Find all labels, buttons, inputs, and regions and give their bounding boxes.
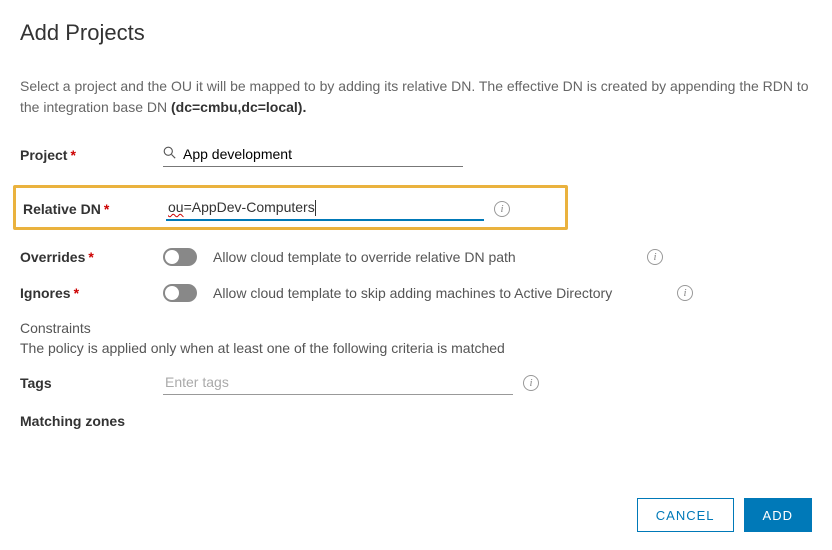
overrides-desc: Allow cloud template to override relativ… bbox=[213, 249, 637, 265]
relative-dn-row: Relative DN* ou=AppDev-Computers i bbox=[13, 185, 568, 230]
intro-text: Select a project and the OU it will be m… bbox=[20, 76, 812, 118]
ignores-row: Ignores* Allow cloud template to skip ad… bbox=[20, 284, 812, 302]
info-icon[interactable]: i bbox=[523, 375, 539, 391]
search-icon bbox=[163, 146, 176, 162]
relative-dn-label: Relative DN* bbox=[20, 201, 166, 217]
matching-zones-row: Matching zones bbox=[20, 413, 812, 429]
project-input[interactable] bbox=[163, 142, 463, 167]
ignores-toggle[interactable] bbox=[163, 284, 197, 302]
page-title: Add Projects bbox=[20, 20, 812, 46]
constraints-desc: The policy is applied only when at least… bbox=[20, 340, 812, 356]
matching-zones-label: Matching zones bbox=[20, 413, 163, 429]
tags-label: Tags bbox=[20, 375, 163, 391]
relative-dn-input[interactable]: ou=AppDev-Computers bbox=[166, 196, 484, 221]
add-button[interactable]: ADD bbox=[744, 498, 812, 532]
info-icon[interactable]: i bbox=[647, 249, 663, 265]
overrides-row: Overrides* Allow cloud template to overr… bbox=[20, 248, 812, 266]
project-label: Project* bbox=[20, 147, 163, 163]
footer-actions: CANCEL ADD bbox=[637, 498, 812, 532]
tags-input[interactable] bbox=[163, 370, 513, 395]
ignores-desc: Allow cloud template to skip adding mach… bbox=[213, 285, 667, 301]
overrides-label: Overrides* bbox=[20, 249, 163, 265]
project-row: Project* bbox=[20, 142, 812, 167]
constraints-title: Constraints bbox=[20, 320, 812, 336]
overrides-toggle[interactable] bbox=[163, 248, 197, 266]
tags-row: Tags i bbox=[20, 370, 812, 395]
ignores-label: Ignores* bbox=[20, 285, 163, 301]
cancel-button[interactable]: CANCEL bbox=[637, 498, 734, 532]
info-icon[interactable]: i bbox=[494, 201, 510, 217]
info-icon[interactable]: i bbox=[677, 285, 693, 301]
